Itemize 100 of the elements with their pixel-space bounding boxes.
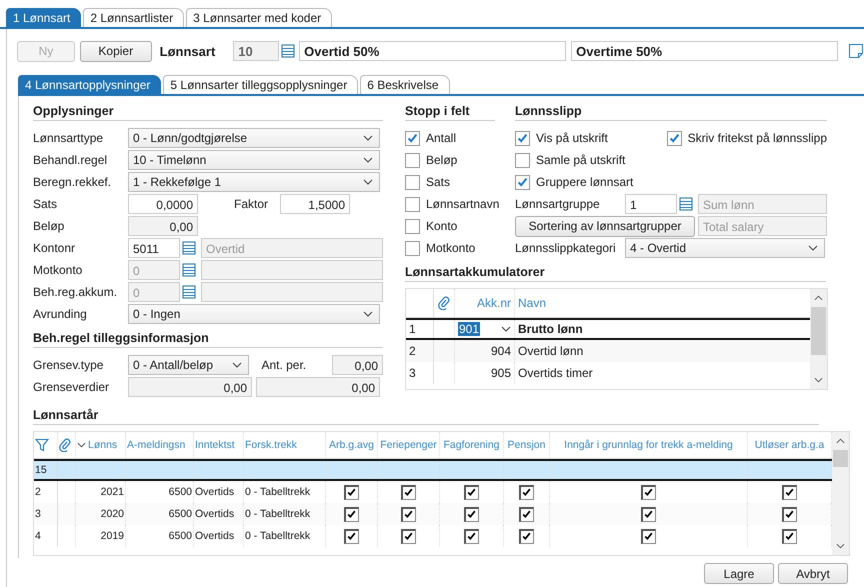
field-label: Grenseverdier	[33, 380, 110, 394]
scroll-down-icon[interactable]	[836, 543, 845, 549]
input-field[interactable]: 0,00	[332, 355, 383, 375]
field-label: Lønnsarttype	[33, 131, 104, 145]
checkbox-label: Samle på utskrift	[536, 153, 626, 167]
checkbox-label: Beløp	[426, 153, 458, 167]
tab[interactable]: 3 Lønnsarter med koder	[186, 8, 332, 27]
dropdown[interactable]: 0 - Antall/beløp	[128, 355, 250, 375]
checkbox[interactable]	[641, 484, 656, 500]
scroll-up-icon[interactable]	[836, 438, 845, 444]
checkbox-label: Skriv fritekst på lønnsslipp	[688, 131, 827, 145]
checkbox[interactable]	[401, 528, 416, 544]
input-field[interactable]: 1,5000	[280, 194, 350, 214]
tab[interactable]: 6 Beskrivelse	[360, 75, 450, 94]
sort-icon[interactable]	[77, 442, 86, 448]
chevron-icon	[363, 179, 373, 185]
field-label: Beh.reg.akkum.	[33, 285, 118, 299]
checkbox-label: Vis på utskrift	[536, 131, 608, 145]
checkbox[interactable]	[782, 506, 797, 522]
checkbox[interactable]	[641, 506, 656, 522]
checkbox[interactable]	[666, 130, 682, 146]
footer-button[interactable]: Avbryt	[778, 563, 848, 584]
checkbox[interactable]	[782, 484, 797, 500]
name-field[interactable]: Overtid 50%	[299, 41, 566, 61]
scrollbar-thumb[interactable]	[811, 307, 826, 355]
note-icon[interactable]	[848, 43, 864, 59]
checkmark-icon	[403, 530, 414, 542]
chevron-icon	[808, 245, 818, 251]
dropdown[interactable]: 1 - Rekkefølge 1	[128, 172, 380, 192]
row-number: 1	[406, 320, 434, 338]
table-cell: 904	[455, 340, 515, 362]
input-field[interactable]: 5011	[128, 238, 180, 258]
input-field[interactable]: 0,00	[256, 377, 380, 397]
row-number: 3	[34, 503, 58, 525]
checkbox-label: Antall	[426, 131, 456, 145]
dropdown[interactable]: 0 - Ingen	[128, 304, 380, 324]
description-field: Overtid	[201, 238, 383, 258]
input-field[interactable]: 1	[625, 194, 677, 214]
checkbox[interactable]	[519, 506, 534, 522]
checkbox[interactable]	[405, 152, 420, 168]
input-field[interactable]: 0,00	[128, 377, 252, 397]
checkbox[interactable]	[464, 484, 479, 500]
tab[interactable]: 2 Lønnsartlister	[83, 8, 184, 27]
scrollbar-thumb[interactable]	[833, 450, 848, 467]
checkbox[interactable]	[344, 528, 359, 544]
table-row[interactable]: 15	[34, 459, 832, 481]
checkbox[interactable]	[405, 196, 420, 212]
checkbox[interactable]	[641, 528, 656, 544]
table-cell: 2021	[100, 486, 124, 498]
checkbox[interactable]	[405, 218, 420, 234]
field-label: Sats	[33, 197, 58, 211]
checkbox[interactable]	[464, 528, 479, 544]
checkbox[interactable]	[405, 130, 420, 146]
checkbox[interactable]	[519, 528, 534, 544]
checkbox[interactable]	[782, 528, 797, 544]
checkmark-icon	[521, 530, 532, 542]
dropdown[interactable]: 4 - Overtid	[625, 238, 825, 258]
scrollbar[interactable]	[832, 432, 849, 555]
scroll-up-icon[interactable]	[814, 295, 823, 301]
table-cell: 6500	[168, 486, 192, 498]
sort-button[interactable]: Sortering av lønnsartgrupper	[515, 216, 695, 236]
field-label: Lønnsartgruppe	[515, 197, 601, 211]
dropdown[interactable]: 0 - Lønn/godtgjørelse	[128, 128, 380, 148]
table-row[interactable]: 3 2020 6500 Overtids 0 - Tabelltrekk	[34, 503, 832, 525]
table-row[interactable]: 2 904 Overtid lønn	[406, 340, 810, 362]
checkbox[interactable]	[401, 506, 416, 522]
footer-button[interactable]: Lagre	[704, 563, 774, 584]
checkbox-label: Sats	[426, 175, 450, 189]
dropdown[interactable]: 10 - Timelønn	[128, 150, 380, 170]
tab[interactable]: 1 Lønnsart	[6, 8, 82, 27]
scroll-down-icon[interactable]	[814, 377, 823, 383]
scrollbar[interactable]	[810, 289, 827, 389]
checkbox[interactable]	[519, 484, 534, 500]
checkbox[interactable]	[401, 484, 416, 500]
checkbox[interactable]	[515, 174, 530, 190]
checkbox[interactable]	[464, 506, 479, 522]
name-field[interactable]: Overtime 50%	[571, 41, 838, 61]
checkbox[interactable]	[344, 506, 359, 522]
filter-icon[interactable]	[35, 438, 49, 452]
checkbox[interactable]	[515, 130, 530, 146]
table-row[interactable]: 4 2019 6500 Overtids 0 - Tabelltrekk	[34, 525, 832, 547]
field-label: Avrunding	[33, 307, 88, 321]
checkbox[interactable]	[515, 152, 530, 168]
toolbar-button[interactable]: Kopier	[80, 40, 152, 62]
checkbox[interactable]	[405, 240, 420, 256]
field-label: Beregn.rekkef.	[33, 175, 112, 189]
checkbox[interactable]	[405, 174, 420, 190]
input-field[interactable]: 0,0000	[128, 194, 198, 214]
checkmark-icon	[643, 486, 654, 498]
table-row[interactable]: 3 905 Overtids timer	[406, 362, 810, 384]
chevron-icon[interactable]	[501, 326, 511, 332]
tab[interactable]: 4 Lønnsartopplysninger	[18, 75, 162, 94]
chevron-icon	[363, 157, 373, 163]
table-cell[interactable]: 901	[458, 322, 480, 336]
checkbox[interactable]	[344, 484, 359, 500]
table-cell: 2020	[100, 508, 124, 520]
code-field[interactable]: 10	[233, 41, 280, 61]
field-label: Kontonr	[33, 241, 76, 255]
tab[interactable]: 5 Lønnsarter tilleggsopplysninger	[163, 75, 358, 94]
table-cell: Overtids	[195, 486, 234, 498]
